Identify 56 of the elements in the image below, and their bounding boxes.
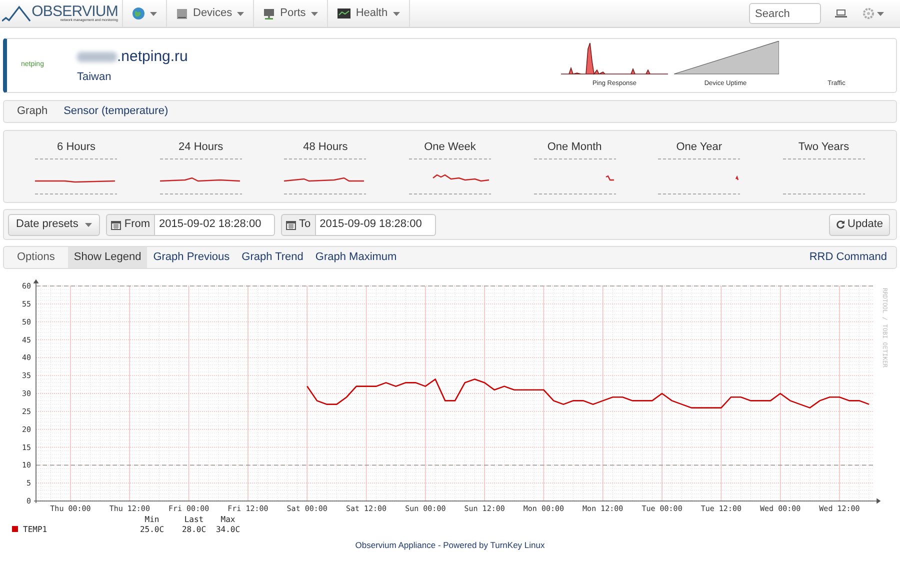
- footer-link[interactable]: TurnKey Linux: [490, 540, 545, 550]
- monitor-icon: [263, 8, 276, 20]
- screen-icon: [336, 8, 351, 19]
- caret-icon: [877, 12, 884, 16]
- legend-value: 34.0C: [216, 525, 240, 534]
- nav-menu[interactable]: Health: [328, 0, 410, 27]
- option-link[interactable]: Graph Trend: [236, 247, 310, 268]
- legend-header: Max: [220, 515, 236, 524]
- caret-icon: [85, 222, 92, 226]
- period-link[interactable]: Two Years: [798, 139, 850, 156]
- field-label: To: [299, 217, 311, 232]
- brand-name: OBSERVIUM: [32, 4, 118, 20]
- from-date-field[interactable]: 2015-09-02 18:28:00: [155, 214, 276, 236]
- breadcrumb-label: Graph: [17, 104, 48, 120]
- update-button[interactable]: Update: [828, 214, 890, 236]
- legend-swatch: [12, 526, 18, 532]
- legend-header: Min: [144, 515, 160, 524]
- period-link[interactable]: One Year: [676, 139, 722, 156]
- legend-header: Last: [184, 515, 204, 524]
- caret-icon: [392, 12, 400, 16]
- calendar-icon: [286, 220, 296, 230]
- caret-icon: [150, 12, 157, 16]
- period-link[interactable]: 6 Hours: [57, 139, 96, 156]
- device-hostname[interactable]: .netping.ru: [117, 46, 188, 68]
- nav-menu[interactable]: Ports: [254, 0, 328, 27]
- period-link[interactable]: 24 Hours: [178, 139, 224, 156]
- globe-icon: [132, 7, 145, 20]
- settings-icon: [863, 8, 874, 19]
- laptop-icon[interactable]: [835, 9, 847, 18]
- caret-icon: [310, 12, 318, 16]
- footer-link[interactable]: Observium Appliance: [355, 540, 436, 550]
- period-link[interactable]: One Month: [547, 139, 602, 156]
- server-icon: [176, 8, 188, 20]
- calendar-icon: [111, 220, 122, 230]
- settings-menu[interactable]: [863, 8, 884, 19]
- legend-series-name: TEMP1: [23, 525, 48, 534]
- option-link[interactable]: Graph Maximum: [309, 247, 403, 268]
- caret-icon: [237, 12, 244, 16]
- redaction-blur: [77, 52, 117, 62]
- period-link[interactable]: 48 Hours: [303, 139, 348, 156]
- legend-value: 25.0C: [140, 525, 164, 534]
- footer-text: Observium Appliance - Powered by TurnKey Linux: [354, 539, 546, 552]
- field-label: From: [124, 217, 150, 232]
- rrd-command-link[interactable]: RRD Command: [800, 247, 896, 268]
- period-link[interactable]: One Week: [424, 139, 476, 156]
- to-date-field[interactable]: 2015-09-09 18:28:00: [316, 214, 436, 236]
- options-label: Options: [16, 250, 56, 266]
- legend-value: 28.0C: [182, 525, 206, 534]
- option-link[interactable]: Show Legend: [68, 247, 148, 268]
- refresh-icon: [836, 220, 845, 229]
- search-field[interactable]: Search: [749, 3, 821, 24]
- date-presets-dropdown[interactable]: Date presets: [8, 214, 100, 236]
- breadcrumb-link[interactable]: Sensor (temperature): [64, 103, 168, 120]
- option-link[interactable]: Graph Previous: [147, 247, 236, 268]
- nav-menu[interactable]: Devices: [167, 0, 254, 27]
- device-location: Taiwan: [77, 70, 112, 85]
